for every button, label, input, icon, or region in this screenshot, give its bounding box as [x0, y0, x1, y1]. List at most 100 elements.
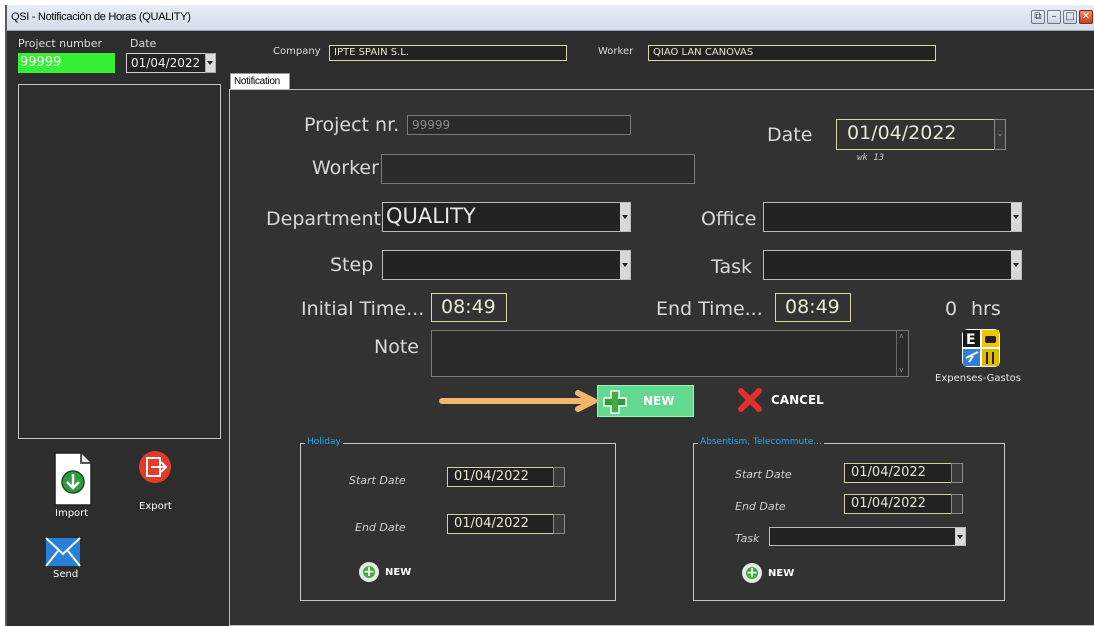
- plus-circle-icon: [359, 562, 379, 582]
- holiday-start-picker[interactable]: 01/04/2022: [447, 467, 565, 487]
- form-date-label: Date: [767, 124, 813, 146]
- pointer-arrow: [439, 390, 597, 412]
- new-button[interactable]: NEW: [597, 385, 694, 417]
- worker-top-label: Worker: [598, 46, 634, 57]
- holiday-end-value: 01/04/2022: [454, 516, 529, 531]
- worker-top-field: QIAO LAN CANOVAS: [648, 45, 936, 61]
- chevron-down-icon[interactable]: ⌄: [994, 119, 1006, 150]
- project-list[interactable]: [18, 84, 221, 439]
- department-select[interactable]: QUALITY: [382, 202, 631, 232]
- chevron-down-icon[interactable]: [620, 203, 630, 231]
- date-label: Date: [130, 37, 157, 50]
- absentism-legend: Absentism, Telecommute...: [698, 437, 824, 447]
- company-label: Company: [273, 46, 321, 57]
- absentism-end-picker[interactable]: 01/04/2022: [844, 494, 963, 514]
- holiday-end-picker[interactable]: 01/04/2022: [447, 514, 565, 534]
- import-button[interactable]: [53, 452, 93, 506]
- task-label: Task: [711, 256, 753, 278]
- holiday-end-label: End Date: [355, 521, 406, 534]
- new-label: NEW: [643, 394, 675, 408]
- initial-time-field[interactable]: 08:49: [431, 293, 507, 322]
- import-label: Import: [55, 508, 89, 519]
- top-date-picker[interactable]: 01/04/2022: [126, 53, 216, 73]
- company-field: IPTE SPAIN S.L.: [329, 45, 567, 61]
- plus-circle-icon: [742, 563, 762, 583]
- holiday-legend: Holiday: [305, 437, 343, 447]
- svg-text:E: E: [966, 332, 976, 348]
- end-time-field[interactable]: 08:49: [775, 293, 851, 322]
- chevron-up-icon[interactable]: ˄: [899, 332, 904, 341]
- chevron-down-icon[interactable]: [1011, 203, 1021, 231]
- note-textarea[interactable]: ˄ ˅: [431, 330, 909, 377]
- form-date-picker[interactable]: 01/04/2022 ⌄: [836, 119, 1006, 150]
- holiday-group: Holiday Start Date 01/04/2022 End Date 0…: [300, 437, 616, 601]
- main-window: QSI - Notificación de Horas (QUALITY) ⧉ …: [5, 5, 1094, 626]
- cancel-x-icon: [738, 388, 762, 412]
- chevron-down-icon[interactable]: ˅: [899, 366, 904, 375]
- chevron-down-icon[interactable]: [951, 463, 963, 483]
- chevron-down-icon[interactable]: [955, 528, 965, 545]
- hours-unit: hrs: [971, 298, 1001, 320]
- absentism-new-label: NEW: [768, 568, 795, 579]
- worker-field[interactable]: [381, 154, 695, 184]
- maximize-icon[interactable]: □: [1063, 10, 1077, 24]
- envelope-icon: [45, 537, 81, 567]
- restore-icon[interactable]: ⧉: [1031, 10, 1045, 24]
- expenses-button[interactable]: E: [961, 328, 1001, 368]
- absentism-new-button[interactable]: NEW: [742, 563, 802, 585]
- chevron-down-icon[interactable]: [553, 514, 565, 534]
- cancel-label: CANCEL: [771, 393, 824, 407]
- holiday-start-value: 01/04/2022: [454, 469, 529, 484]
- export-icon: [139, 451, 171, 483]
- window-title: QSI - Notificación de Horas (QUALITY): [11, 11, 191, 23]
- send-button[interactable]: [45, 537, 81, 567]
- project-number-input[interactable]: 99999: [18, 53, 115, 73]
- initial-time-label: Initial Time...: [301, 298, 425, 320]
- form-date-value: 01/04/2022: [847, 122, 957, 144]
- close-icon[interactable]: ✕: [1079, 10, 1093, 24]
- export-button[interactable]: [138, 450, 172, 484]
- department-value: QUALITY: [386, 204, 476, 228]
- cancel-button[interactable]: CANCEL: [734, 385, 838, 415]
- end-time-label: End Time...: [656, 298, 763, 320]
- office-select[interactable]: [763, 202, 1022, 232]
- expenses-label: Expenses-Gastos: [935, 373, 1021, 384]
- task-select[interactable]: [763, 250, 1022, 280]
- office-label: Office: [701, 208, 757, 230]
- import-icon: [54, 452, 92, 506]
- chevron-down-icon[interactable]: [1011, 251, 1021, 279]
- holiday-new-label: NEW: [385, 567, 412, 578]
- export-label: Export: [139, 501, 172, 512]
- step-select[interactable]: [382, 250, 631, 280]
- send-label: Send: [53, 569, 79, 580]
- worker-label: Worker: [312, 157, 379, 179]
- title-bar: QSI - Notificación de Horas (QUALITY) ⧉ …: [7, 5, 1094, 31]
- minimize-icon[interactable]: –: [1047, 10, 1061, 24]
- chevron-down-icon[interactable]: [205, 53, 216, 73]
- holiday-start-label: Start Date: [349, 474, 406, 487]
- notification-panel: Project nr. 99999 Date 01/04/2022 ⌄ wk 1…: [229, 89, 1094, 626]
- plus-icon: [603, 390, 627, 414]
- chevron-down-icon[interactable]: [553, 467, 565, 487]
- absentism-task-select[interactable]: [769, 527, 966, 546]
- project-number-label: Project number: [18, 37, 103, 50]
- note-label: Note: [374, 336, 419, 358]
- absentism-group: Absentism, Telecommute... Start Date 01/…: [693, 437, 1005, 601]
- absentism-start-label: Start Date: [735, 468, 792, 481]
- step-label: Step: [330, 254, 374, 276]
- top-date-value: 01/04/2022: [131, 56, 201, 70]
- department-label: Department: [266, 208, 381, 230]
- week-number: wk 13: [857, 153, 885, 163]
- project-nr-label: Project nr.: [304, 114, 400, 136]
- chevron-down-icon[interactable]: [620, 251, 630, 279]
- absentism-start-picker[interactable]: 01/04/2022: [844, 463, 963, 483]
- note-scrollbar[interactable]: ˄ ˅: [896, 331, 908, 376]
- chevron-down-icon[interactable]: [951, 494, 963, 514]
- project-nr-field: 99999: [407, 115, 631, 135]
- absentism-end-label: End Date: [735, 500, 786, 513]
- absentism-end-value: 01/04/2022: [851, 496, 926, 511]
- holiday-new-button[interactable]: NEW: [359, 562, 419, 584]
- absentism-task-label: Task: [735, 532, 760, 545]
- absentism-start-value: 01/04/2022: [851, 465, 926, 480]
- expenses-icon: E: [962, 329, 1000, 367]
